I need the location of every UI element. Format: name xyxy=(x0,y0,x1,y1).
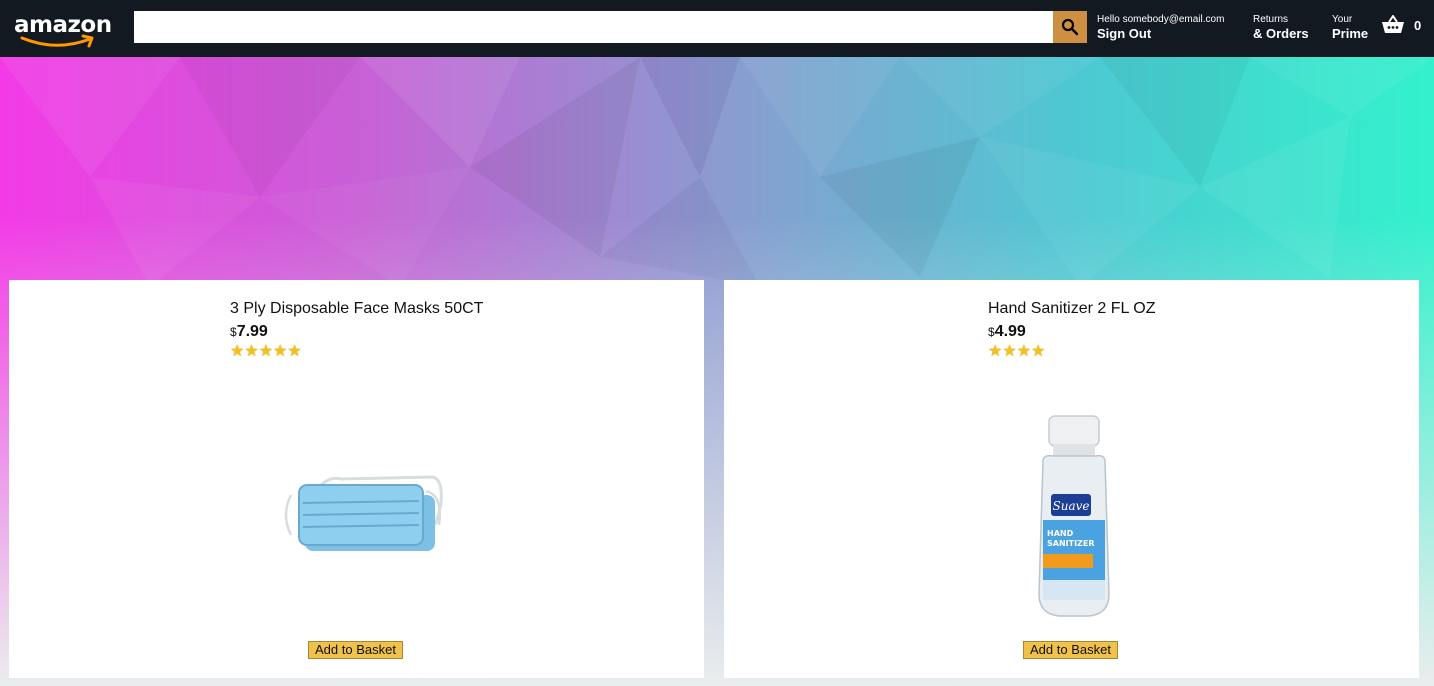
product-info: Hand Sanitizer 2 FL OZ $4.99 ★★★★ xyxy=(988,300,1155,361)
star-icons: ★★★★ xyxy=(988,343,1046,360)
price-value: 7.99 xyxy=(236,323,268,340)
prime-label: Prime xyxy=(1332,26,1369,41)
smile-arrow-icon xyxy=(20,34,94,48)
svg-text:Suave: Suave xyxy=(1053,499,1090,513)
currency-symbol: $ xyxy=(988,325,995,339)
search-input[interactable] xyxy=(134,11,1053,43)
your-label: Your xyxy=(1332,14,1353,25)
search-bar xyxy=(134,11,1087,43)
header: amazon Hello somebody@email.com Sign Out… xyxy=(0,0,1434,57)
nav-returns-orders[interactable]: Returns & Orders xyxy=(1253,13,1309,42)
add-to-basket-button[interactable]: Add to Basket xyxy=(308,641,403,659)
product-price: $4.99 xyxy=(988,323,1155,341)
hand-sanitizer-image: Suave HAND SANITIZER xyxy=(1038,415,1110,617)
orders-label: & Orders xyxy=(1253,26,1309,41)
user-greeting: Hello somebody@email.com xyxy=(1097,14,1225,25)
basket-button[interactable]: 0 xyxy=(1381,14,1421,34)
svg-text:SANITIZER: SANITIZER xyxy=(1047,539,1094,548)
price-value: 4.99 xyxy=(994,323,1026,340)
nav-user-signout[interactable]: Hello somebody@email.com Sign Out xyxy=(1097,13,1224,42)
product-card: Hand Sanitizer 2 FL OZ $4.99 ★★★★ Suave … xyxy=(724,280,1419,678)
returns-label: Returns xyxy=(1253,14,1289,25)
sign-out-link[interactable]: Sign Out xyxy=(1097,26,1224,42)
svg-text:HAND: HAND xyxy=(1047,529,1074,538)
face-mask-image xyxy=(284,475,443,551)
product-title: 3 Ply Disposable Face Masks 50CT xyxy=(230,300,484,317)
star-icons: ★★★★★ xyxy=(230,343,302,360)
add-to-basket-button[interactable]: Add to Basket xyxy=(1023,641,1118,659)
product-title: Hand Sanitizer 2 FL OZ xyxy=(988,300,1156,317)
product-card: 3 Ply Disposable Face Masks 50CT $7.99 ★… xyxy=(9,280,704,678)
amazon-logo[interactable]: amazon xyxy=(14,12,114,48)
product-rating: ★★★★ xyxy=(988,343,1155,361)
product-info: 3 Ply Disposable Face Masks 50CT $7.99 ★… xyxy=(230,300,483,361)
search-icon xyxy=(1061,18,1079,36)
nav-your-prime[interactable]: Your Prime xyxy=(1332,13,1368,42)
basket-icon xyxy=(1382,15,1404,33)
product-price: $7.99 xyxy=(230,323,483,341)
currency-symbol: $ xyxy=(230,325,237,339)
search-button[interactable] xyxy=(1053,11,1087,43)
basket-count: 0 xyxy=(1414,17,1422,33)
product-rating: ★★★★★ xyxy=(230,343,483,361)
